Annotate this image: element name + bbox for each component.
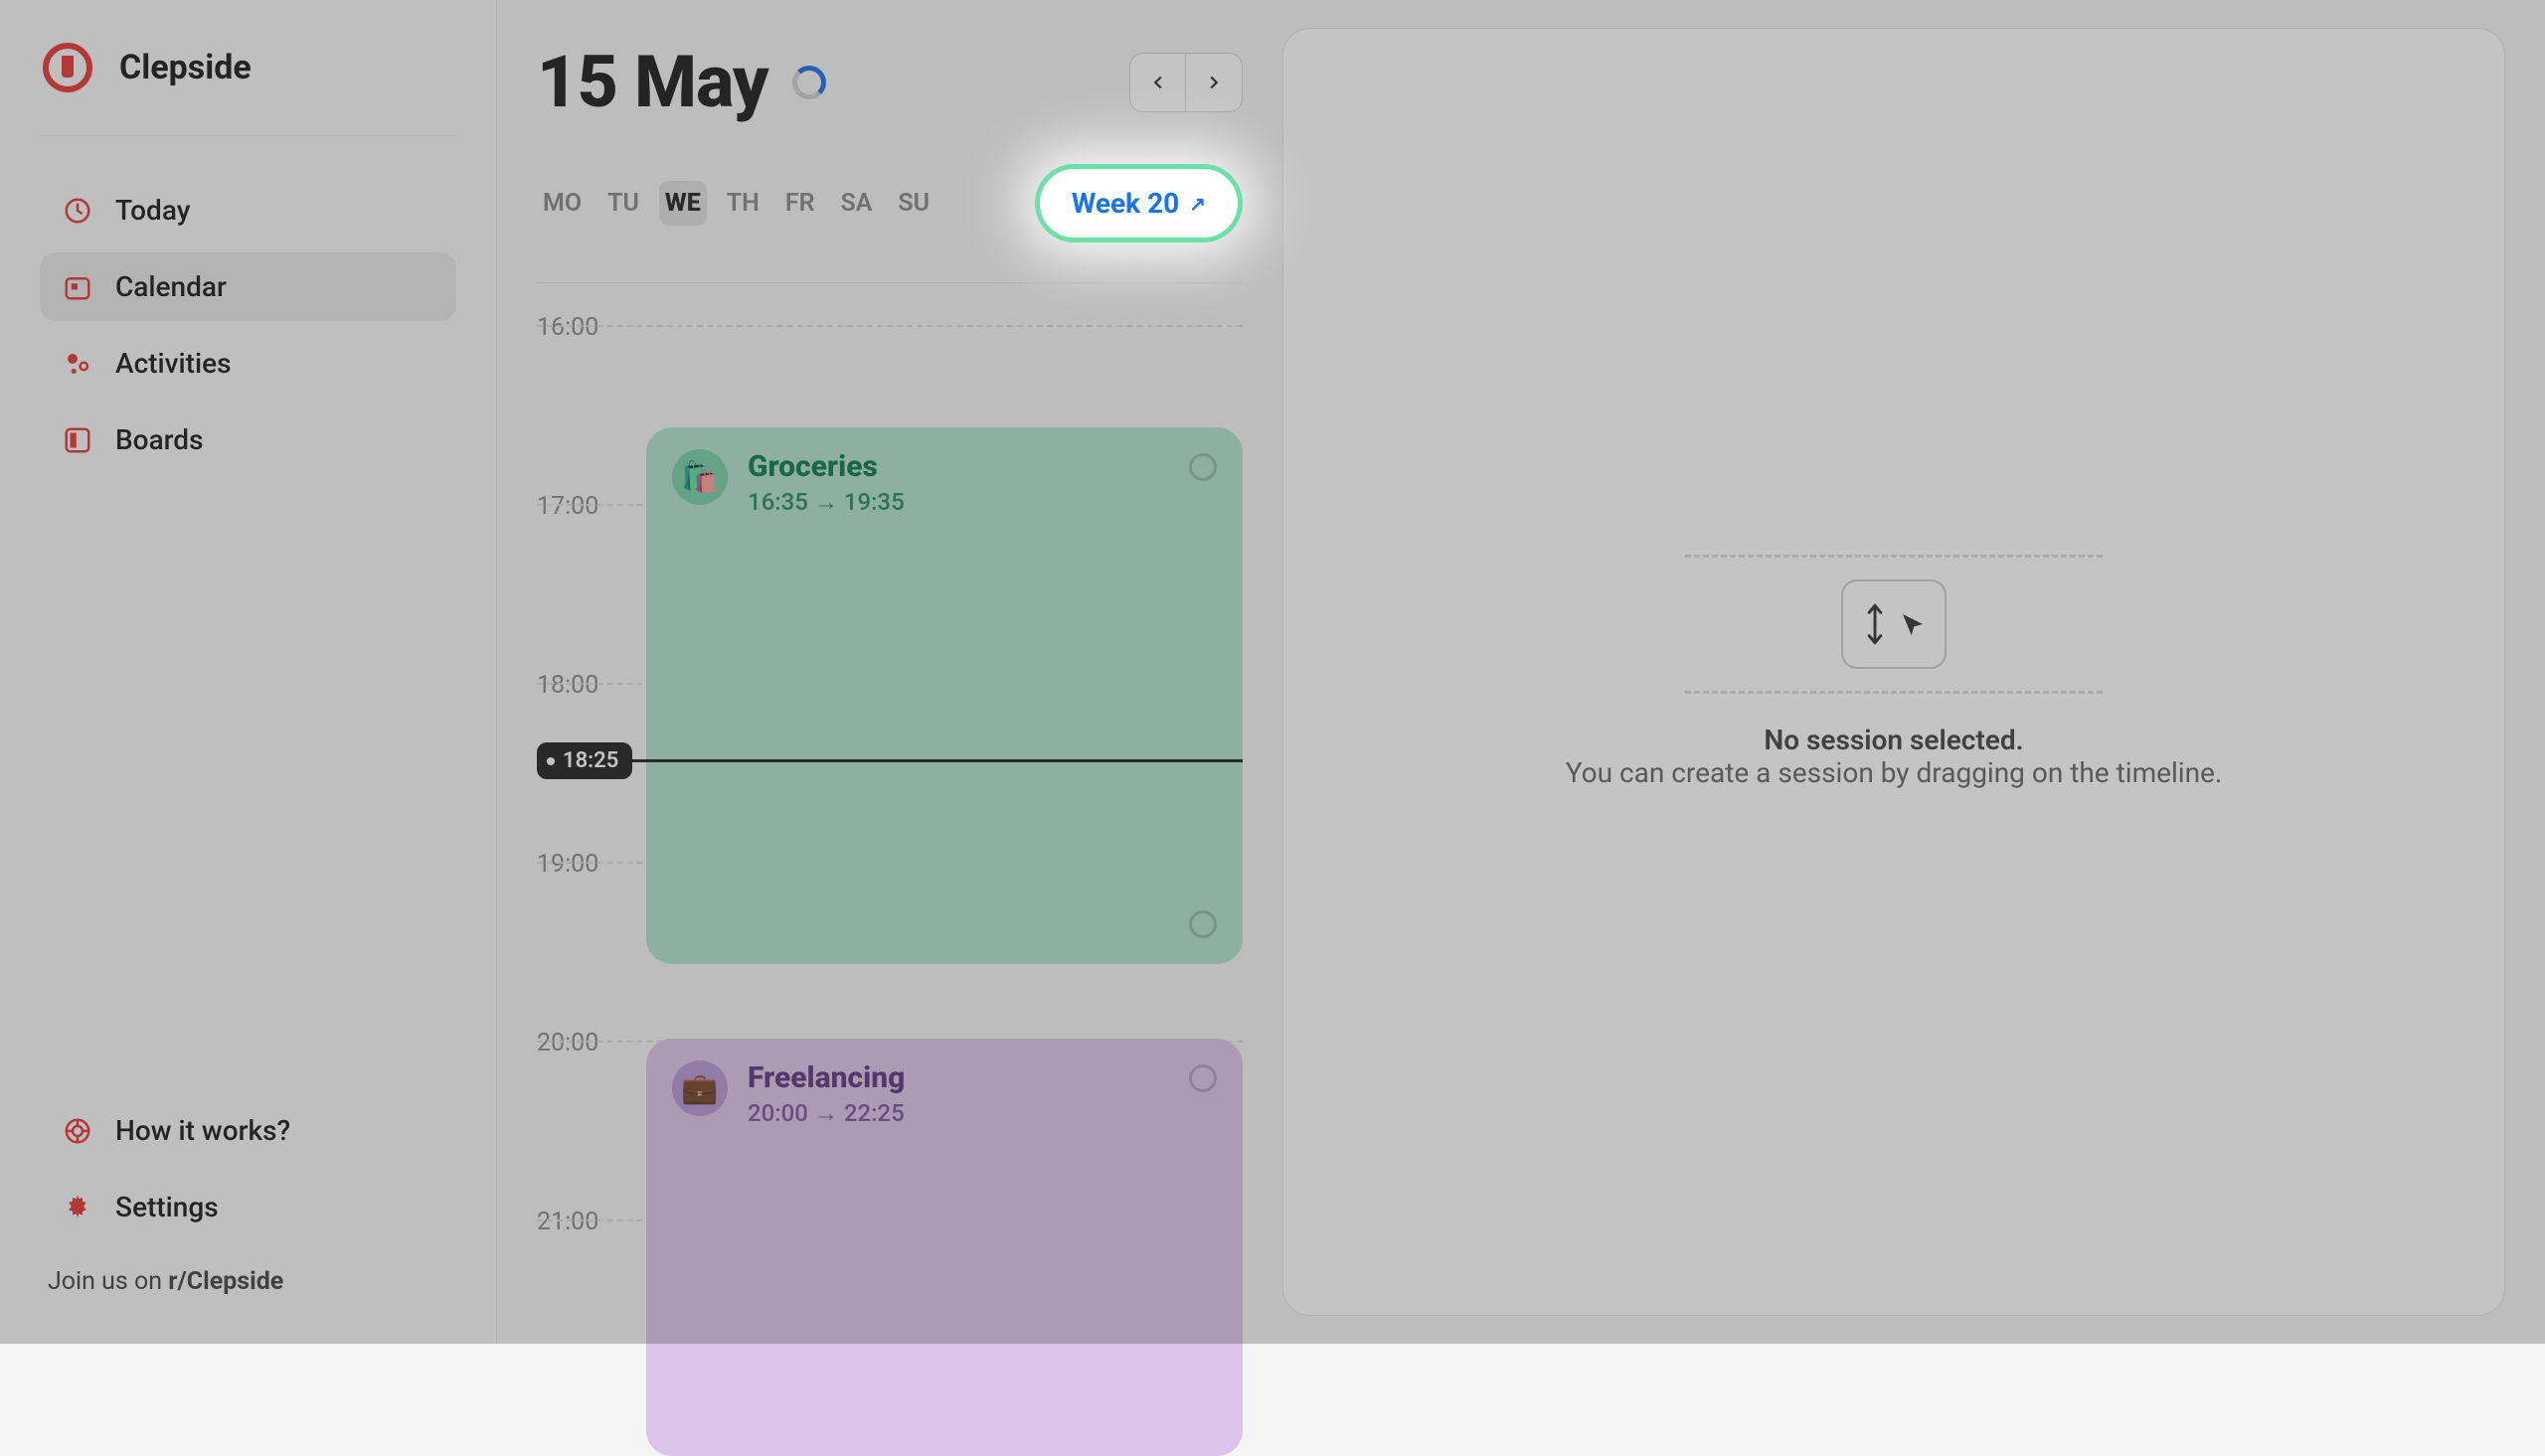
sidebar-item-today[interactable]: Today bbox=[40, 176, 456, 244]
detail-panel: No session selected. You can create a se… bbox=[1282, 28, 2505, 1316]
event-emoji-icon: 💼 bbox=[672, 1060, 728, 1116]
event-card-groceries[interactable]: 🛍️ Groceries 16:35 → 19:35 bbox=[646, 427, 1243, 964]
day-chip-su[interactable]: SU bbox=[892, 181, 935, 226]
dot-icon bbox=[547, 757, 555, 765]
day-chip-we[interactable]: WE bbox=[659, 181, 707, 226]
event-title: Groceries bbox=[748, 449, 1169, 484]
hour-label: 17:00 bbox=[537, 492, 636, 521]
sidebar-item-boards[interactable]: Boards bbox=[40, 405, 456, 474]
day-chip-tu[interactable]: TU bbox=[601, 181, 645, 226]
brand[interactable]: Clepside bbox=[40, 40, 456, 136]
week-label: Week 20 bbox=[1072, 187, 1179, 220]
brand-name: Clepside bbox=[119, 48, 252, 87]
sidebar-item-activities[interactable]: Activities bbox=[40, 329, 456, 398]
day-selector-row: MO TU WE TH FR SA SU Week 20 ↗ bbox=[537, 164, 1243, 283]
event-title: Freelancing bbox=[748, 1060, 1169, 1095]
clock-icon bbox=[62, 195, 93, 227]
footer-link-text: r/Clepside bbox=[168, 1267, 283, 1296]
sidebar-item-label: Today bbox=[115, 194, 190, 227]
help-icon bbox=[62, 1115, 93, 1147]
day-chip-th[interactable]: TH bbox=[721, 181, 765, 226]
event-time: 16:35 → 19:35 bbox=[748, 488, 1169, 517]
drag-illustration bbox=[1685, 555, 2103, 694]
sidebar-footer-link[interactable]: Join us on r/Clepside bbox=[40, 1249, 456, 1314]
day-chip-fr[interactable]: FR bbox=[779, 181, 821, 226]
day-chip-mo[interactable]: MO bbox=[537, 181, 588, 226]
current-time-text: 18:25 bbox=[563, 748, 618, 773]
event-emoji-icon: 🛍️ bbox=[672, 449, 728, 505]
sidebar-item-label: How it works? bbox=[115, 1114, 290, 1147]
next-day-button[interactable] bbox=[1186, 54, 1242, 111]
date-nav-arrows bbox=[1129, 53, 1243, 112]
event-card-freelancing[interactable]: 💼 Freelancing 20:00 → 22:25 bbox=[646, 1039, 1243, 1456]
sidebar-item-label: Activities bbox=[115, 347, 232, 380]
event-checkbox[interactable] bbox=[1189, 910, 1217, 938]
sidebar-item-label: Boards bbox=[115, 423, 203, 456]
event-time: 20:00 → 22:25 bbox=[748, 1099, 1169, 1128]
sidebar-item-label: Calendar bbox=[115, 270, 227, 303]
empty-state-title: No session selected. bbox=[1566, 724, 2223, 756]
sidebar: Clepside Today Calendar Activities bbox=[0, 0, 497, 1344]
empty-state-subtitle: You can create a session by dragging on … bbox=[1566, 756, 2223, 789]
hour-label: 18:00 bbox=[537, 671, 636, 700]
footer-prefix: Join us on bbox=[48, 1267, 168, 1296]
hour-label: 16:00 bbox=[537, 313, 636, 342]
current-time-indicator: 18:25 bbox=[537, 742, 1243, 779]
sidebar-item-howitworks[interactable]: How it works? bbox=[40, 1096, 456, 1165]
event-checkbox[interactable] bbox=[1189, 1064, 1217, 1092]
brand-logo-icon bbox=[40, 40, 95, 95]
boards-icon bbox=[62, 424, 93, 456]
current-time-badge: 18:25 bbox=[537, 742, 632, 779]
timeline[interactable]: 16:00 17:00 18:00 19:00 20:00 21:00 🛍️ G… bbox=[537, 313, 1243, 1386]
week-pill-button[interactable]: Week 20 ↗ bbox=[1035, 164, 1243, 243]
date-title: 15 May bbox=[537, 40, 768, 124]
prev-day-button[interactable] bbox=[1130, 54, 1186, 111]
hour-label: 21:00 bbox=[537, 1208, 636, 1236]
external-link-icon: ↗ bbox=[1189, 192, 1206, 216]
sidebar-item-label: Settings bbox=[115, 1191, 219, 1223]
date-header: 15 May bbox=[537, 40, 1243, 124]
main-content: 15 May MO TU WE TH FR SA bbox=[497, 0, 2545, 1344]
hour-label: 20:00 bbox=[537, 1029, 636, 1057]
day-chip-sa[interactable]: SA bbox=[834, 181, 878, 226]
nav-list: Today Calendar Activities Boards bbox=[40, 176, 456, 474]
loading-spinner-icon bbox=[792, 66, 826, 99]
event-checkbox[interactable] bbox=[1189, 453, 1217, 481]
calendar-column: 15 May MO TU WE TH FR SA bbox=[537, 0, 1243, 1344]
calendar-icon bbox=[62, 271, 93, 303]
drag-hint-icon bbox=[1841, 579, 1947, 669]
gear-icon bbox=[62, 1192, 93, 1223]
hour-label: 19:00 bbox=[537, 850, 636, 879]
sidebar-item-settings[interactable]: Settings bbox=[40, 1173, 456, 1241]
sidebar-bottom: How it works? Settings Join us on r/Clep… bbox=[40, 1096, 456, 1314]
sidebar-item-calendar[interactable]: Calendar bbox=[40, 252, 456, 321]
activities-icon bbox=[62, 348, 93, 380]
